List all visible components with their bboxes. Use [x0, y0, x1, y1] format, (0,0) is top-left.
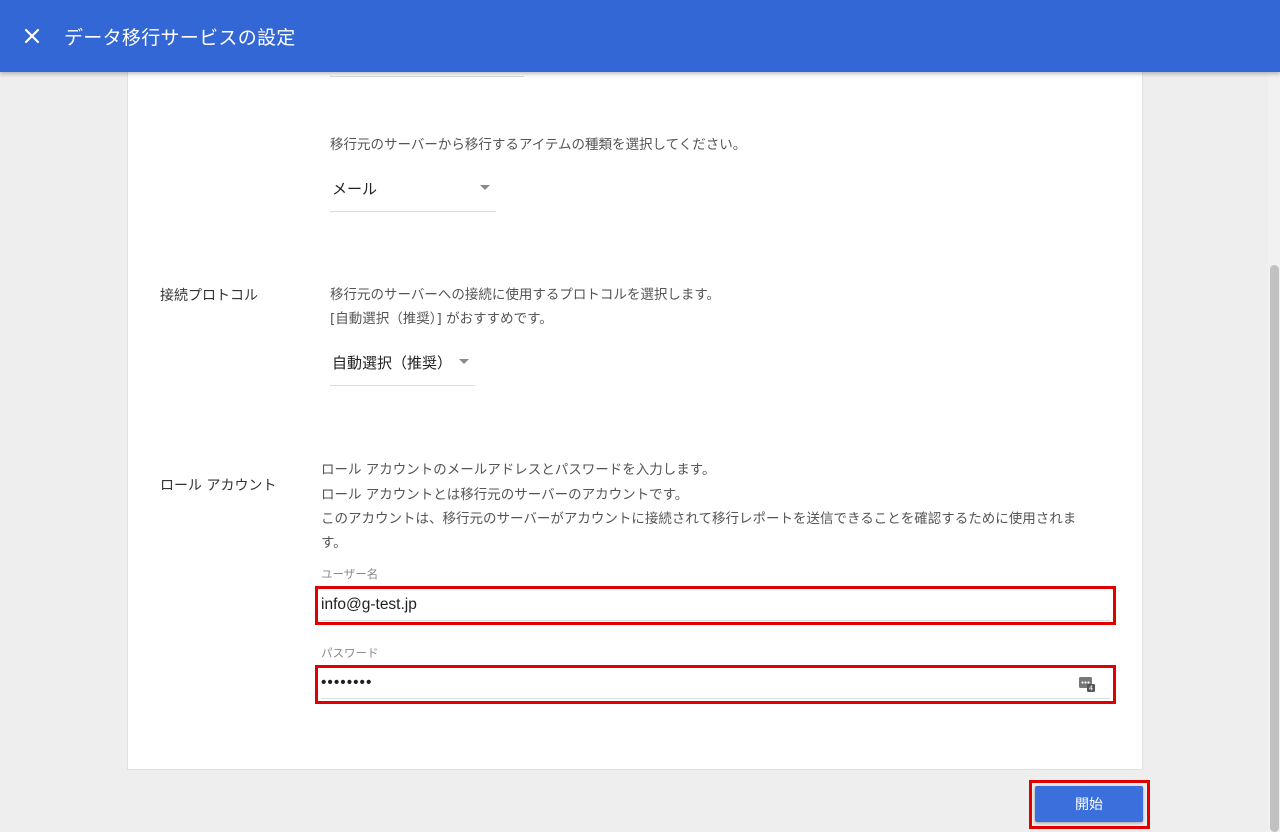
role-account-description-line4: す。	[321, 535, 347, 551]
protocol-selected-value: 自動選択（推奨）	[332, 354, 453, 372]
app-header: データ移行サービスの設定	[0, 0, 1280, 72]
dropdown-arrow-icon	[480, 185, 490, 190]
settings-card	[127, 60, 1143, 770]
password-label: パスワード	[321, 646, 379, 660]
password-manager-icon: 4	[1079, 677, 1095, 693]
protocol-select[interactable]: 自動選択（推奨）	[330, 340, 475, 386]
item-type-select[interactable]: メール	[330, 166, 496, 212]
dropdown-arrow-icon	[459, 359, 469, 364]
password-dots-icon[interactable]: 4	[1078, 675, 1096, 693]
role-account-label: ロール アカウント	[160, 478, 277, 494]
protocol-description-line1: 移行元のサーバーへの接続に使用するプロトコルを選択します。	[330, 287, 721, 303]
protocol-label: 接続プロトコル	[160, 288, 258, 304]
role-account-description-line3: このアカウントは、移行元のサーバーがアカウントに接続されて移行レポートを送信でき…	[321, 511, 1077, 527]
page-title: データ移行サービスの設定	[64, 26, 296, 49]
username-label: ユーザー名	[321, 567, 379, 581]
password-input[interactable]	[321, 667, 1110, 699]
protocol-description-line2: [自動選択（推奨）] がおすすめです。	[330, 311, 553, 327]
role-account-description-line1: ロール アカウントのメールアドレスとパスワードを入力します。	[321, 462, 716, 478]
previous-field-underline	[330, 76, 524, 77]
item-type-selected-value: メール	[332, 180, 378, 198]
svg-text:4: 4	[1089, 685, 1094, 693]
start-button[interactable]: 開始	[1035, 786, 1143, 822]
item-type-description: 移行元のサーバーから移行するアイテムの種類を選択してください。	[330, 137, 747, 153]
username-input[interactable]	[321, 589, 1110, 621]
role-account-description-line2: ロール アカウントとは移行元のサーバーのアカウントです。	[321, 487, 689, 503]
close-button[interactable]	[12, 16, 52, 56]
scrollbar-thumb[interactable]	[1270, 265, 1279, 832]
close-icon	[24, 28, 40, 44]
